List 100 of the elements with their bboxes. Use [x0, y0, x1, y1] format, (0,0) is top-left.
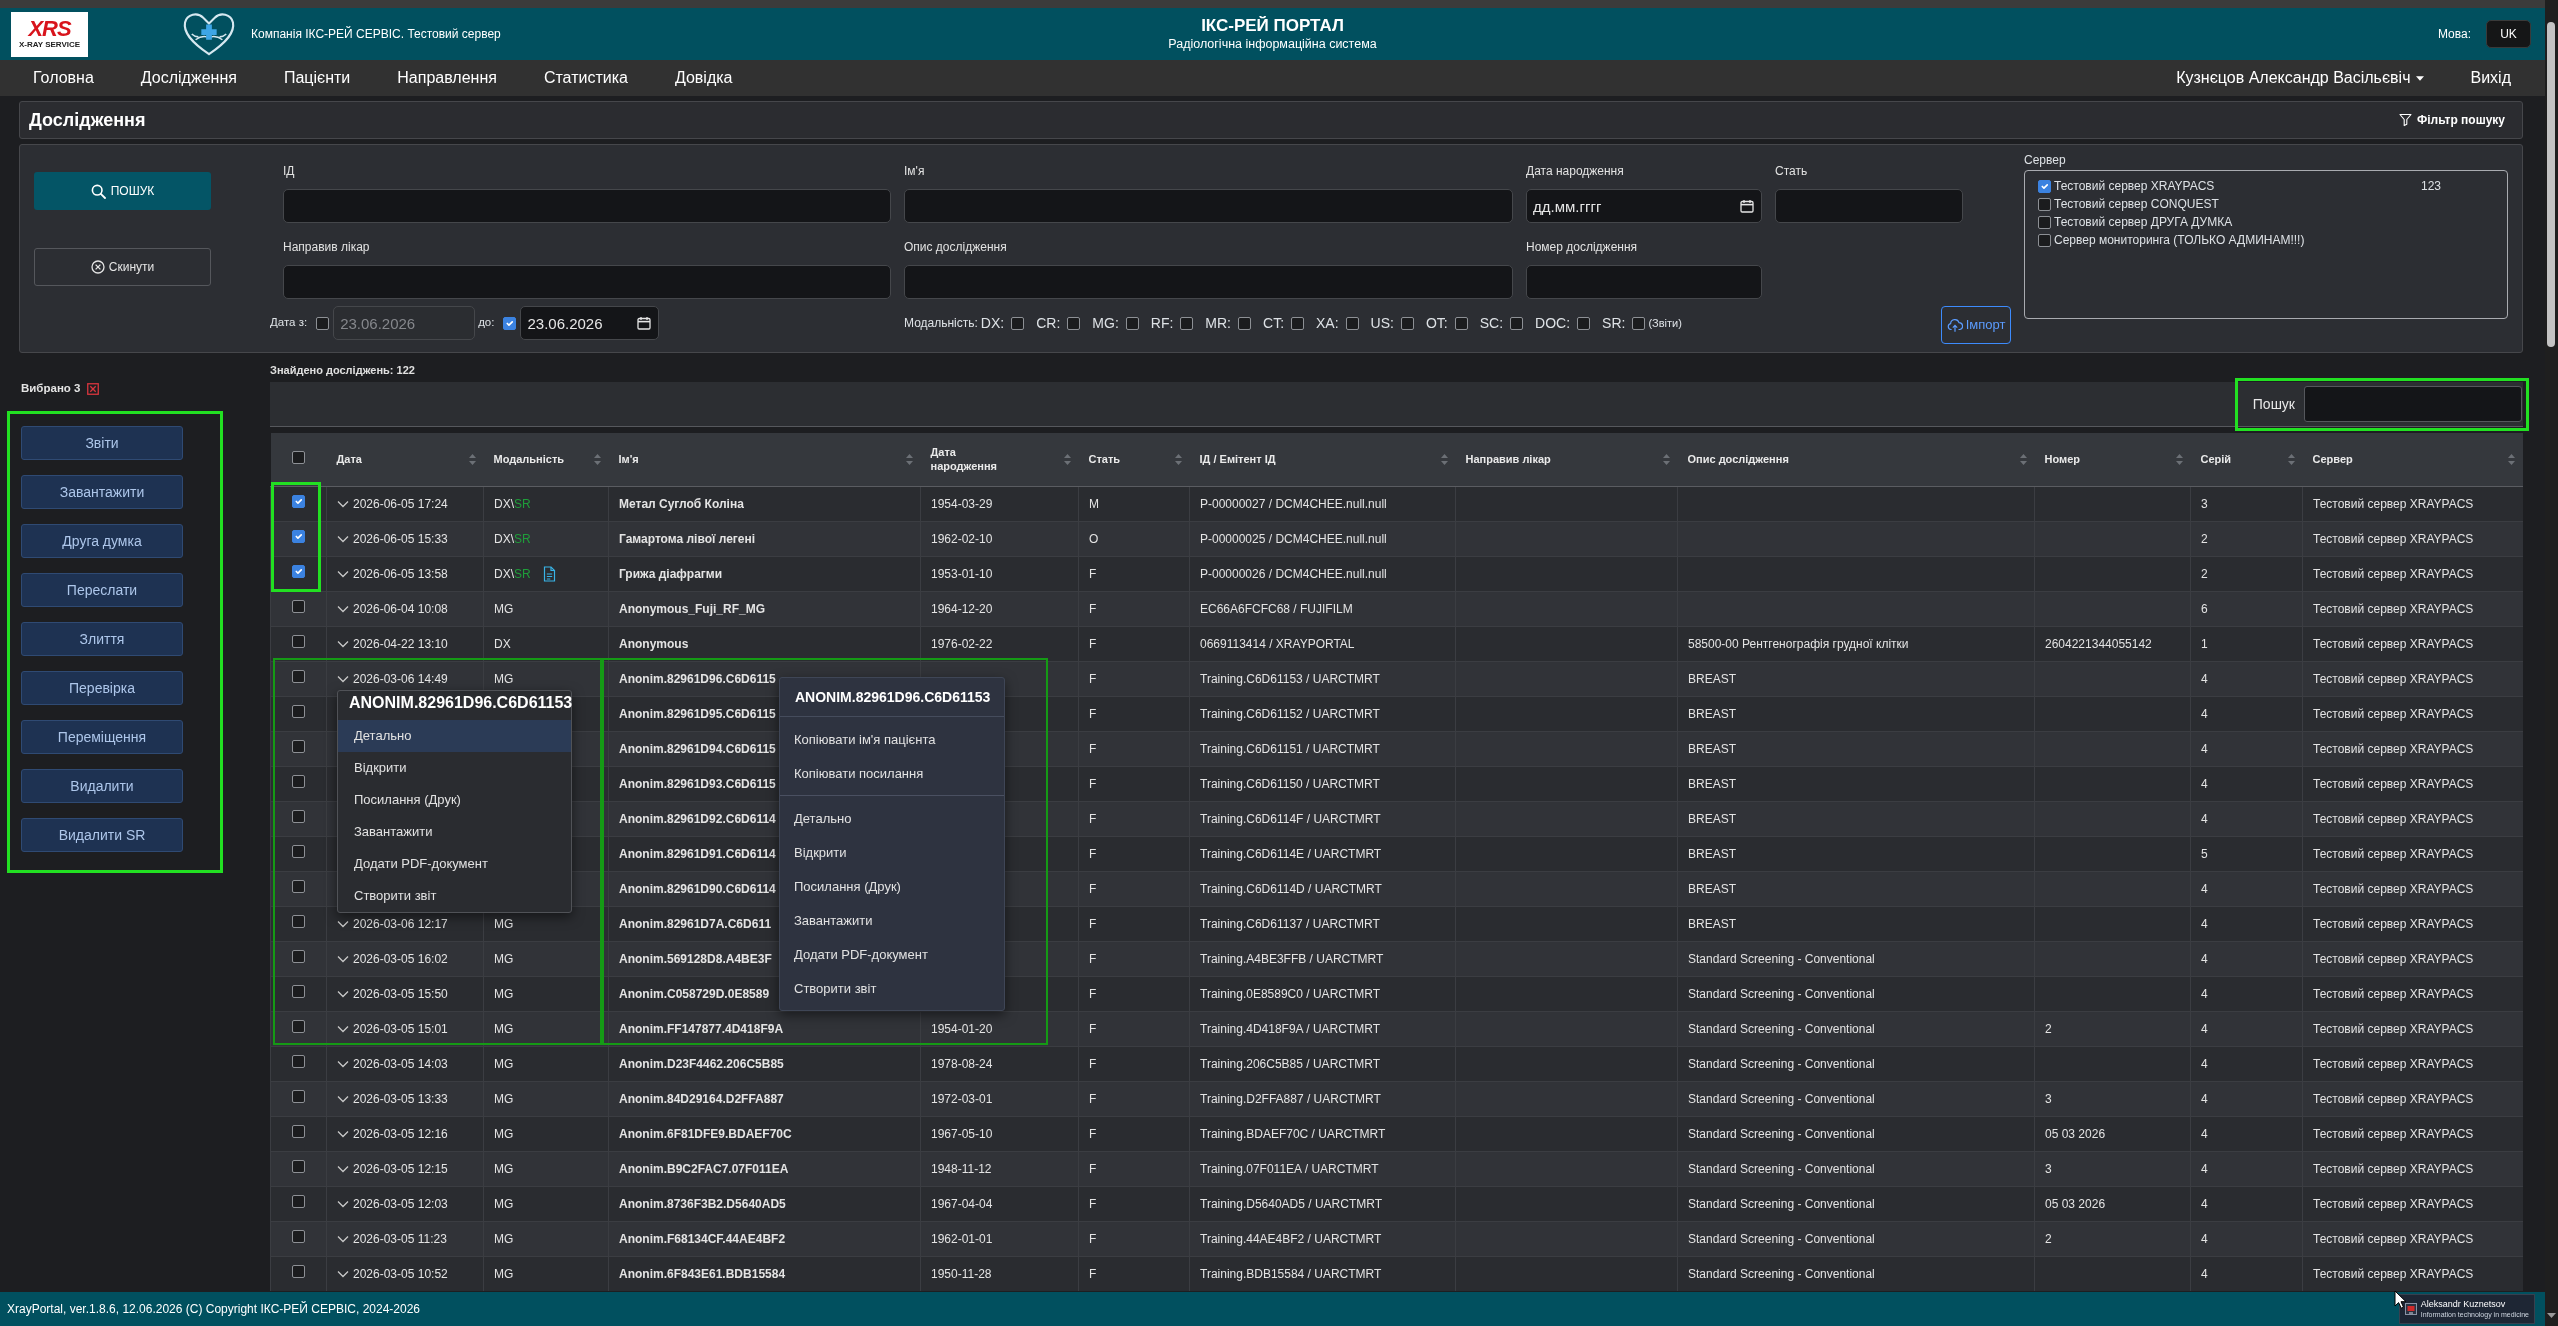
- filter-toggle[interactable]: Фільтр пошуку: [2399, 111, 2505, 129]
- row-checkbox[interactable]: [292, 1229, 305, 1243]
- nav-link[interactable]: Направлення: [397, 68, 497, 88]
- chevron-down-icon[interactable]: [337, 1269, 349, 1278]
- server-checkbox[interactable]: [2038, 179, 2051, 193]
- date-checkbox[interactable]: [503, 316, 517, 330]
- chevron-down-icon[interactable]: [337, 534, 349, 543]
- chevron-down-icon[interactable]: [337, 1024, 349, 1033]
- row-checkbox[interactable]: [292, 1054, 305, 1068]
- chevron-down-icon[interactable]: [337, 1129, 349, 1138]
- row-checkbox[interactable]: [292, 564, 305, 578]
- column-header[interactable]: Модальність: [493, 452, 565, 467]
- action-button[interactable]: Видалити: [21, 769, 183, 803]
- action-button[interactable]: Переміщення: [21, 720, 183, 754]
- nav-link[interactable]: Статистика: [543, 68, 628, 88]
- chevron-down-icon[interactable]: [337, 1199, 349, 1208]
- action-button[interactable]: Перевірка: [21, 671, 183, 705]
- user-menu[interactable]: Кузнєцов Александр Васільєвіч: [2176, 68, 2424, 88]
- chevron-down-icon[interactable]: [337, 1234, 349, 1243]
- document-icon[interactable]: [542, 565, 556, 582]
- input-field[interactable]: [1775, 189, 1963, 223]
- modality-checkbox[interactable]: [1400, 316, 1414, 330]
- column-header[interactable]: Ім'я: [618, 452, 639, 467]
- modality-checkbox[interactable]: [1345, 316, 1359, 330]
- chevron-down-icon[interactable]: [337, 1164, 349, 1173]
- row-checkbox[interactable]: [292, 634, 305, 648]
- menu-item[interactable]: Детально: [338, 720, 571, 752]
- nav-link[interactable]: Пацієнти: [283, 68, 351, 88]
- row-checkbox[interactable]: [292, 704, 305, 718]
- chevron-down-icon[interactable]: [337, 989, 349, 998]
- calendar-icon[interactable]: [1740, 199, 1754, 213]
- action-button[interactable]: Переслати: [21, 573, 183, 607]
- chevron-down-icon[interactable]: [337, 639, 349, 648]
- row-checkbox[interactable]: [292, 1264, 305, 1278]
- row-checkbox[interactable]: [292, 494, 305, 508]
- column-header[interactable]: Опис дослідження: [1687, 452, 1789, 467]
- column-header[interactable]: Дата: [336, 452, 362, 467]
- action-button[interactable]: Злиття: [21, 622, 183, 656]
- menu-item[interactable]: Додати PDF-документ: [338, 848, 571, 880]
- row-checkbox[interactable]: [292, 809, 305, 823]
- input-field[interactable]: [904, 189, 1513, 223]
- chevron-down-icon[interactable]: [337, 674, 349, 683]
- input-field[interactable]: [283, 189, 891, 223]
- chevron-down-icon[interactable]: [337, 604, 349, 613]
- row-checkbox[interactable]: [292, 1019, 305, 1033]
- row-checkbox[interactable]: [292, 529, 305, 543]
- input-field[interactable]: [1526, 265, 1762, 299]
- chevron-down-icon[interactable]: [337, 1059, 349, 1068]
- chevron-down-icon[interactable]: [337, 919, 349, 928]
- modality-checkbox[interactable]: [1125, 316, 1139, 330]
- action-button[interactable]: Видалити SR: [21, 818, 183, 852]
- nav-link[interactable]: Головна: [33, 68, 94, 88]
- chevron-down-icon[interactable]: [337, 954, 349, 963]
- menu-item[interactable]: Відкрити: [338, 752, 571, 784]
- reset-button[interactable]: Скинути: [34, 248, 211, 286]
- row-checkbox[interactable]: [292, 774, 305, 788]
- scroll-down-arrow-icon[interactable]: [2547, 1313, 2556, 1318]
- row-checkbox[interactable]: [292, 739, 305, 753]
- action-button[interactable]: Завантажити: [21, 475, 183, 509]
- date-checkbox[interactable]: [316, 316, 330, 330]
- column-header[interactable]: ІД / Емітент ІД: [1199, 452, 1276, 467]
- column-header[interactable]: Стать: [1088, 452, 1121, 467]
- nav-link[interactable]: Дослідження: [140, 68, 237, 88]
- date-field[interactable]: дд.мм.гггг: [1526, 189, 1762, 223]
- modality-checkbox[interactable]: [1180, 316, 1194, 330]
- search-button[interactable]: ПОШУК: [34, 172, 211, 210]
- menu-item[interactable]: Посилання (Друк): [338, 784, 571, 816]
- modality-checkbox[interactable]: [1238, 316, 1251, 330]
- column-header[interactable]: Сервер: [2312, 452, 2353, 467]
- row-checkbox[interactable]: [292, 844, 305, 858]
- action-button[interactable]: Звіти: [21, 426, 183, 460]
- nav-link[interactable]: Довідка: [674, 68, 733, 88]
- calendar-icon[interactable]: [637, 316, 652, 330]
- modality-checkbox[interactable]: [1510, 316, 1524, 330]
- row-checkbox[interactable]: [292, 1194, 305, 1208]
- row-checkbox[interactable]: [292, 1159, 305, 1173]
- server-checkbox[interactable]: [2038, 233, 2051, 247]
- row-checkbox[interactable]: [292, 984, 305, 998]
- server-checkbox[interactable]: [2038, 215, 2051, 229]
- modality-checkbox[interactable]: [1632, 316, 1646, 330]
- row-checkbox[interactable]: [292, 599, 305, 613]
- select-all-checkbox[interactable]: [292, 451, 305, 464]
- import-button[interactable]: Імпорт: [1941, 306, 2011, 344]
- row-checkbox[interactable]: [292, 669, 305, 683]
- column-header[interactable]: Номер: [2044, 452, 2080, 467]
- input-field[interactable]: [904, 265, 1513, 299]
- action-button[interactable]: Друга думка: [21, 524, 183, 558]
- menu-item[interactable]: Завантажити: [338, 816, 571, 848]
- chevron-down-icon[interactable]: [337, 499, 349, 508]
- modality-checkbox[interactable]: [1067, 316, 1081, 330]
- row-checkbox[interactable]: [292, 1124, 305, 1138]
- column-header[interactable]: Серій: [2200, 452, 2232, 467]
- input-field[interactable]: [283, 265, 891, 299]
- search-field[interactable]: [2304, 386, 2522, 422]
- date-field[interactable]: 23.06.2026: [520, 306, 660, 340]
- server-checkbox[interactable]: [2038, 197, 2051, 211]
- scrollbar-thumb[interactable]: [2547, 22, 2555, 347]
- chevron-down-icon[interactable]: [337, 1094, 349, 1103]
- row-checkbox[interactable]: [292, 914, 305, 928]
- language-select[interactable]: UK: [2486, 20, 2531, 48]
